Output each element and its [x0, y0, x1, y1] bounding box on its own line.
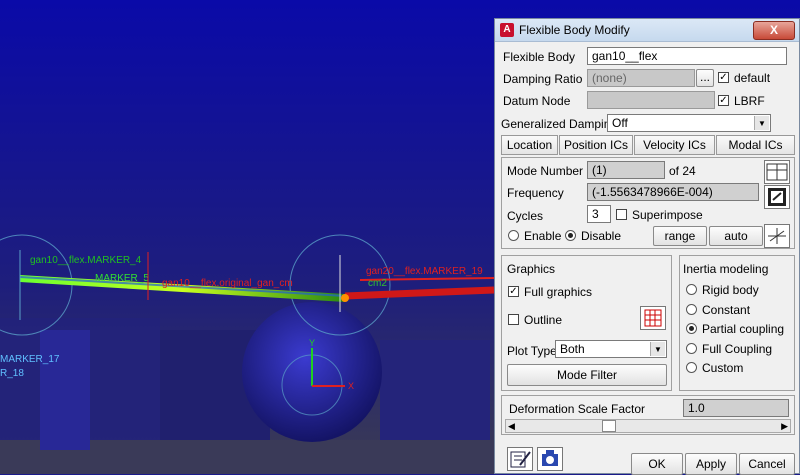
ok-button[interactable]: OK — [631, 453, 683, 475]
outline-checkbox[interactable] — [508, 314, 519, 325]
generalized-damping-select[interactable]: Off ▼ — [607, 114, 771, 132]
constant-radio[interactable] — [686, 304, 697, 315]
edit-notes-icon[interactable] — [507, 447, 533, 471]
cancel-button[interactable]: Cancel — [739, 453, 795, 475]
disable-radio[interactable] — [565, 230, 576, 241]
axis-y-label: Y — [309, 338, 315, 348]
deformation-scale-label: Deformation Scale Factor — [509, 402, 646, 416]
dialog-title: Flexible Body Modify — [519, 23, 630, 37]
damping-ratio-field[interactable]: (none) — [587, 69, 695, 87]
scroll-right-icon[interactable]: ▶ — [781, 420, 788, 432]
deformation-scale-field[interactable]: 1.0 — [683, 399, 789, 417]
datum-node-field[interactable] — [587, 91, 715, 109]
mode-number-field[interactable]: (1) — [587, 161, 665, 179]
mode-count-label: of 24 — [669, 164, 696, 178]
generalized-damping-label: Generalized Damping — [501, 117, 618, 131]
flexible-body-modify-dialog: A Flexible Body Modify X Flexible Body g… — [494, 18, 800, 475]
tab-location[interactable]: Location — [501, 135, 558, 155]
marker5-label: MARKER_5 — [95, 273, 149, 284]
outline-label: Outline — [524, 313, 563, 327]
flexible-body-label: Flexible Body — [503, 50, 576, 64]
enable-radio[interactable] — [508, 230, 519, 241]
lbrf-label: LBRF — [734, 94, 765, 108]
frequency-label: Frequency — [507, 186, 564, 200]
marker4-label: gan10__flex.MARKER_4 — [30, 255, 142, 266]
full-graphics-label: Full graphics — [524, 285, 593, 299]
full-coupling-radio[interactable] — [686, 343, 697, 354]
adams-app-icon: A — [500, 23, 514, 37]
marker17-label: MARKER_17 — [0, 354, 60, 365]
superimpose-label: Superimpose — [632, 208, 703, 222]
marker19-label: gan20__flex.MARKER_19 — [366, 266, 483, 277]
axis-x-label: X — [348, 381, 354, 391]
mode-table-icon[interactable] — [764, 160, 790, 184]
plot-type-label: Plot Type — [507, 344, 557, 358]
scroll-left-icon[interactable]: ◀ — [508, 420, 515, 432]
chevron-down-icon: ▼ — [650, 342, 665, 356]
tab-velocity-ics[interactable]: Velocity ICs — [634, 135, 715, 155]
cycles-label: Cycles — [507, 209, 544, 223]
mode-number-label: Mode Number — [507, 164, 584, 178]
auto-button[interactable]: auto — [709, 226, 763, 246]
inertia-title: Inertia modeling — [683, 262, 769, 276]
datum-node-label: Datum Node — [503, 94, 571, 108]
partial-coupling-label: Partial coupling — [702, 322, 785, 336]
close-icon[interactable]: X — [753, 21, 795, 40]
enable-label: Enable — [524, 229, 562, 243]
apply-button[interactable]: Apply — [685, 453, 737, 475]
tab-modal-ics[interactable]: Modal ICs — [716, 135, 795, 155]
marker18-label: R_18 — [0, 368, 24, 379]
superimpose-checkbox[interactable] — [616, 209, 627, 220]
color-contour-icon[interactable] — [640, 306, 666, 330]
full-coupling-label: Full Coupling — [702, 342, 773, 356]
chevron-down-icon: ▼ — [754, 116, 769, 130]
dialog-titlebar[interactable]: A Flexible Body Modify X — [495, 19, 799, 42]
rigid-body-radio[interactable] — [686, 284, 697, 295]
custom-label: Custom — [702, 361, 744, 375]
damping-ratio-browse-button[interactable]: ... — [696, 69, 714, 87]
cm2-label: cm2 — [368, 278, 387, 289]
rigid-body-label: Rigid body — [702, 283, 759, 297]
cycles-field[interactable]: 3 — [587, 205, 611, 223]
modal-viewer-icon[interactable] — [537, 447, 563, 471]
frequency-field[interactable]: (-1.5563478966E-004) — [587, 183, 759, 201]
constant-label: Constant — [702, 303, 751, 317]
deformation-scale-slider[interactable]: ◀ ▶ — [505, 419, 791, 433]
generalized-damping-value: Off — [612, 116, 628, 130]
flexible-body-field[interactable]: gan10__flex — [587, 47, 787, 65]
mode-plot-icon[interactable] — [764, 224, 790, 248]
default-checkbox[interactable]: ✓ — [718, 72, 729, 83]
graphics-title: Graphics — [507, 262, 556, 276]
disable-label: Disable — [581, 229, 622, 243]
plot-type-select[interactable]: Both ▼ — [555, 340, 667, 358]
damping-ratio-label: Damping Ratio — [503, 72, 583, 86]
custom-radio[interactable] — [686, 362, 697, 373]
animation-film-icon[interactable] — [764, 185, 790, 209]
partial-coupling-radio[interactable] — [686, 323, 697, 334]
default-label: default — [734, 71, 771, 85]
mode-filter-button[interactable]: Mode Filter — [507, 364, 667, 386]
lbrf-checkbox[interactable]: ✓ — [718, 95, 729, 106]
range-button[interactable]: range — [653, 226, 707, 246]
slider-thumb[interactable] — [602, 420, 616, 432]
cm-label: gan10__flex.original_gan_cm — [162, 278, 293, 289]
plot-type-value: Both — [560, 342, 585, 356]
tab-position-ics[interactable]: Position ICs — [559, 135, 633, 155]
full-graphics-checkbox[interactable]: ✓ — [508, 286, 519, 297]
